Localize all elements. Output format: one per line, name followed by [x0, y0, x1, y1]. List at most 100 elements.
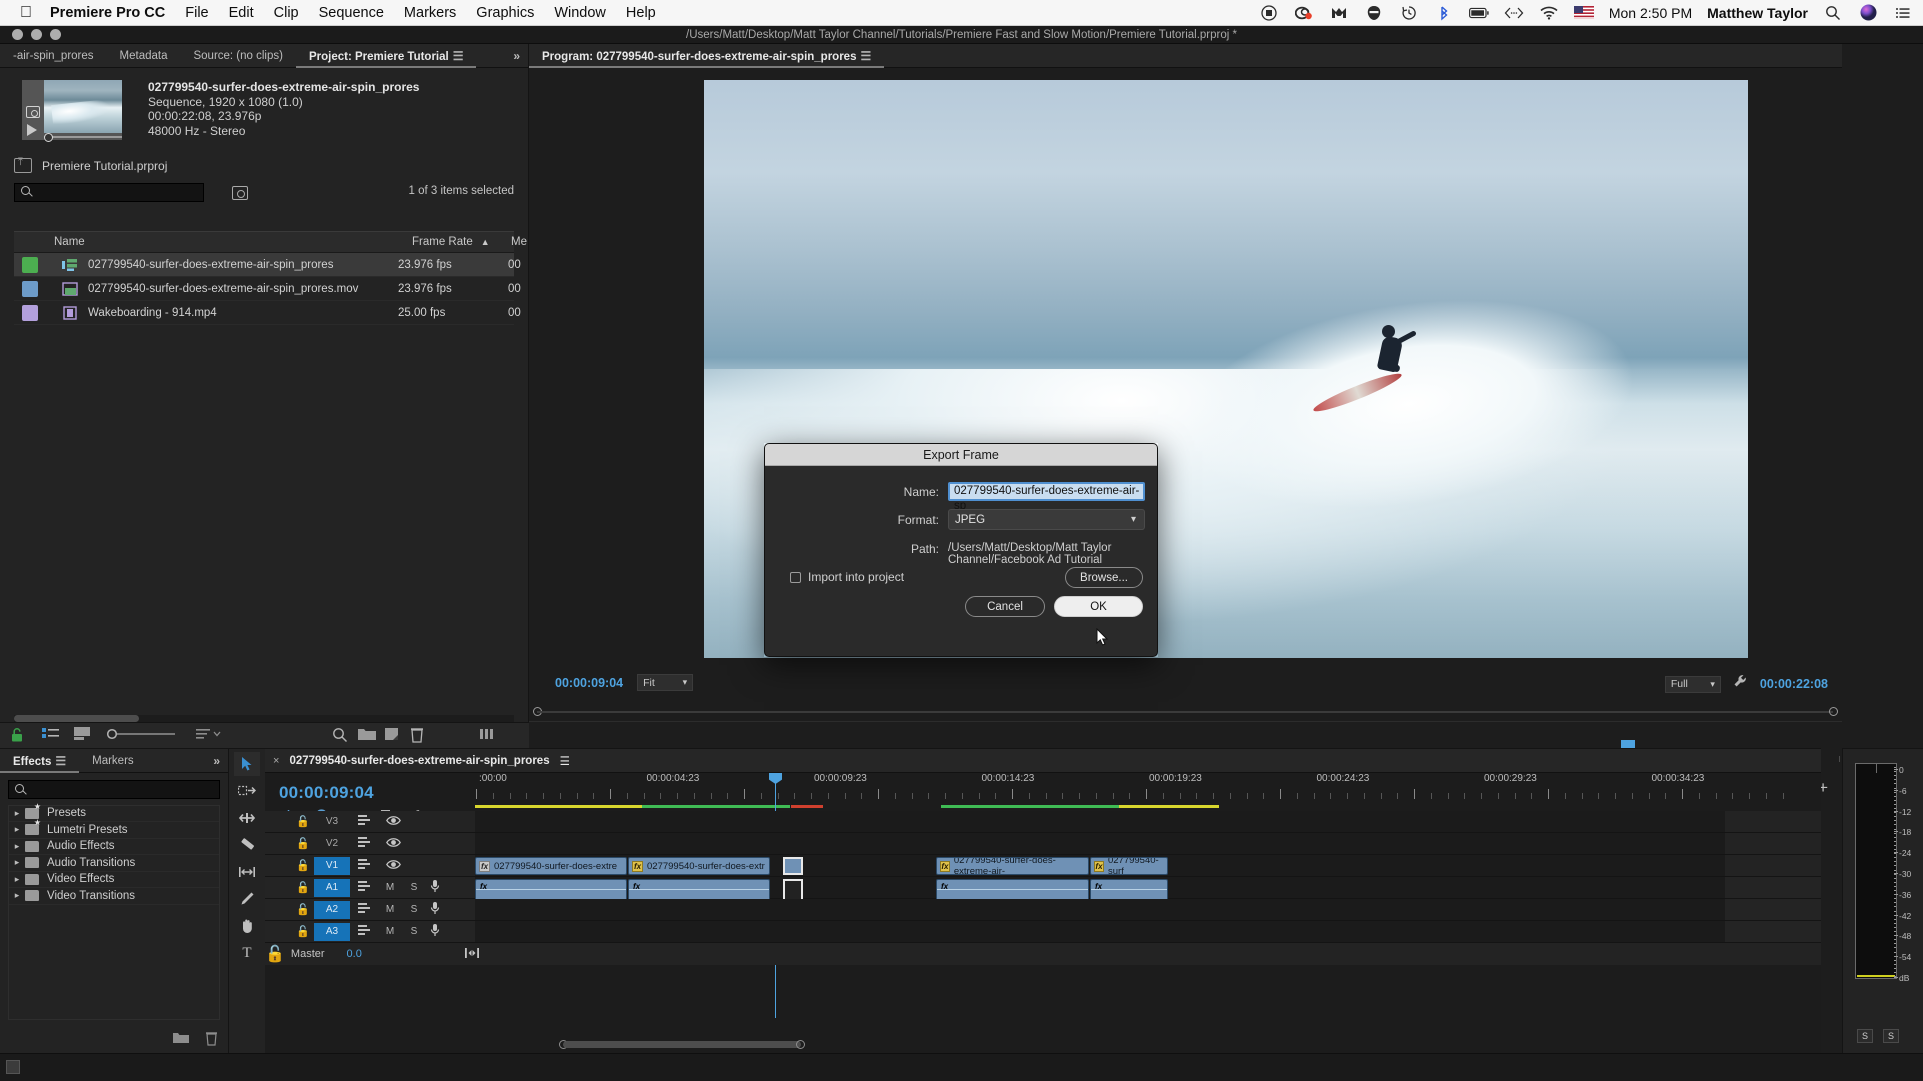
spotlight-search-icon[interactable]	[1823, 4, 1843, 22]
table-row[interactable]: 027799540-surfer-does-extreme-air-spin_p…	[14, 277, 521, 301]
timeline-clip[interactable]: fx 027799540-surfer-does-extreme-air-	[936, 857, 1089, 875]
lock-icon[interactable]: 🔓	[296, 837, 310, 850]
ok-button[interactable]: OK	[1054, 596, 1143, 617]
scrub-track[interactable]	[537, 711, 1833, 713]
list-item[interactable]: ▸ Video Transitions	[9, 888, 219, 905]
list-view-icon[interactable]	[42, 727, 64, 745]
sort-icon[interactable]	[196, 727, 226, 745]
import-into-project-checkbox[interactable]	[790, 571, 801, 583]
chevron-double-right-icon[interactable]: »	[213, 754, 220, 768]
malwarebytes-icon[interactable]	[1329, 4, 1349, 22]
hand-tool[interactable]	[234, 914, 260, 938]
panel-menu-icon[interactable]: ☰	[453, 49, 464, 63]
target-track-icon[interactable]	[358, 858, 372, 873]
freeform-icon[interactable]	[480, 727, 502, 745]
selected-gap-marker[interactable]	[783, 857, 803, 875]
find-icon[interactable]	[232, 185, 248, 200]
find-icon[interactable]	[332, 727, 354, 745]
new-item-icon[interactable]	[384, 727, 406, 745]
chevron-right-icon[interactable]: ▸	[9, 808, 25, 819]
solo-track-button[interactable]: S	[408, 926, 420, 937]
panel-menu-icon[interactable]: ☰	[860, 49, 871, 63]
program-current-timecode[interactable]: 00:00:09:04	[555, 676, 623, 690]
new-custom-bin-icon[interactable]	[173, 1031, 189, 1051]
preview-thumbnail[interactable]	[22, 80, 122, 142]
tab-program[interactable]: Program: 027799540-surfer-does-extreme-a…	[529, 44, 885, 68]
close-icon[interactable]: ×	[273, 755, 279, 767]
timeline-audio-clip[interactable]: fx	[628, 879, 770, 901]
toggle-track-output-icon[interactable]	[386, 815, 401, 829]
track-name-a3[interactable]: A3	[314, 922, 350, 941]
collapse-track-icon[interactable]	[465, 947, 479, 962]
panel-menu-icon[interactable]: ☰	[55, 754, 66, 768]
track-name-v3[interactable]: V3	[314, 813, 350, 831]
list-item[interactable]: ▸ Lumetri Presets	[9, 818, 219, 839]
bluetooth-icon[interactable]	[1434, 4, 1454, 22]
track-lane-a3[interactable]	[475, 921, 1725, 942]
delete-custom-item-icon[interactable]	[205, 1031, 218, 1051]
column-header-frame-rate[interactable]: Frame Rate ▲	[412, 236, 490, 248]
browse-button[interactable]: Browse...	[1065, 567, 1143, 588]
chevron-right-icon[interactable]: ▸	[9, 874, 25, 885]
chevron-right-icon[interactable]: ▸	[9, 841, 25, 852]
table-row[interactable]: Wakeboarding - 914.mp4 25.00 fps 00	[14, 301, 521, 325]
cloud-sync-icon[interactable]	[1294, 4, 1314, 22]
panel-menu-icon[interactable]: ☰	[560, 754, 570, 768]
ripple-edit-tool[interactable]	[234, 806, 260, 830]
play-icon[interactable]	[27, 124, 37, 136]
lock-icon[interactable]: 🔓	[296, 881, 310, 894]
tab-source-sequence[interactable]: -air-spin_prores	[0, 44, 107, 68]
menu-edit[interactable]: Edit	[229, 5, 254, 21]
lock-icon[interactable]: 🔓	[265, 944, 285, 964]
master-volume-value[interactable]: 0.0	[347, 948, 362, 960]
settings-wrench-icon[interactable]	[1733, 674, 1748, 694]
solo-button-right[interactable]: S	[1883, 1029, 1899, 1043]
notification-center-icon[interactable]	[1893, 4, 1913, 22]
tab-metadata[interactable]: Metadata	[107, 44, 181, 68]
solo-track-button[interactable]: S	[408, 882, 420, 893]
menu-graphics[interactable]: Graphics	[476, 5, 534, 21]
menu-file[interactable]: File	[185, 5, 208, 21]
menu-help[interactable]: Help	[626, 5, 656, 21]
scrub-right-handle[interactable]	[1829, 707, 1838, 716]
chevron-double-right-icon[interactable]: »	[513, 49, 520, 63]
timeline-audio-clip[interactable]: fx	[1090, 879, 1168, 901]
parent-bin-icon[interactable]	[14, 156, 32, 173]
track-select-forward-tool[interactable]	[234, 779, 260, 803]
timeline-horizontal-scrollbar[interactable]	[563, 1041, 801, 1048]
microphone-icon[interactable]	[430, 879, 440, 896]
lock-icon[interactable]: 🔓	[296, 903, 310, 916]
target-track-icon[interactable]	[358, 902, 372, 917]
table-row[interactable]: 027799540-surfer-does-extreme-air-spin_p…	[14, 253, 521, 277]
code-icon[interactable]	[1504, 4, 1524, 22]
solo-track-button[interactable]: S	[408, 904, 420, 915]
ninja-icon[interactable]	[1364, 4, 1384, 22]
lock-icon[interactable]: 🔓	[296, 859, 310, 872]
time-machine-icon[interactable]	[1399, 4, 1419, 22]
camera-icon[interactable]	[26, 106, 40, 118]
column-header-media[interactable]: Me	[511, 236, 527, 248]
list-item[interactable]: ▸ Audio Transitions	[9, 855, 219, 872]
program-duration-timecode[interactable]: 00:00:22:08	[1760, 677, 1828, 691]
project-search-input[interactable]	[14, 183, 204, 202]
project-file-row[interactable]: Premiere Tutorial.prproj	[14, 156, 528, 173]
microphone-icon[interactable]	[430, 923, 440, 940]
track-lane-v3[interactable]	[475, 811, 1725, 832]
target-track-icon[interactable]	[358, 924, 372, 939]
track-name-a1[interactable]: A1	[314, 878, 350, 897]
record-icon[interactable]	[1259, 4, 1279, 22]
tab-source[interactable]: Source: (no clips)	[180, 44, 295, 68]
tab-effects[interactable]: Effects ☰	[0, 749, 80, 773]
playback-resolution-select[interactable]: Full ▾	[1664, 675, 1721, 693]
cancel-button[interactable]: Cancel	[965, 596, 1045, 617]
project-horizontal-scrollbar[interactable]	[14, 715, 514, 722]
toggle-track-output-icon[interactable]	[386, 859, 401, 873]
menu-window[interactable]: Window	[554, 5, 606, 21]
lock-icon[interactable]: 🔓	[296, 925, 310, 938]
timeline-audio-clip[interactable]: fx	[475, 879, 627, 901]
lock-icon[interactable]	[10, 727, 32, 745]
track-lane-v1[interactable]: fx 027799540-surfer-does-extre fx 02779954…	[475, 855, 1725, 876]
battery-icon[interactable]	[1468, 4, 1489, 22]
timeline-time-ruler[interactable]: :00:00 00:00:04:23 00:00:09:23 00:00:14:23 0…	[475, 773, 1805, 807]
column-header-name[interactable]: Name	[54, 236, 85, 248]
